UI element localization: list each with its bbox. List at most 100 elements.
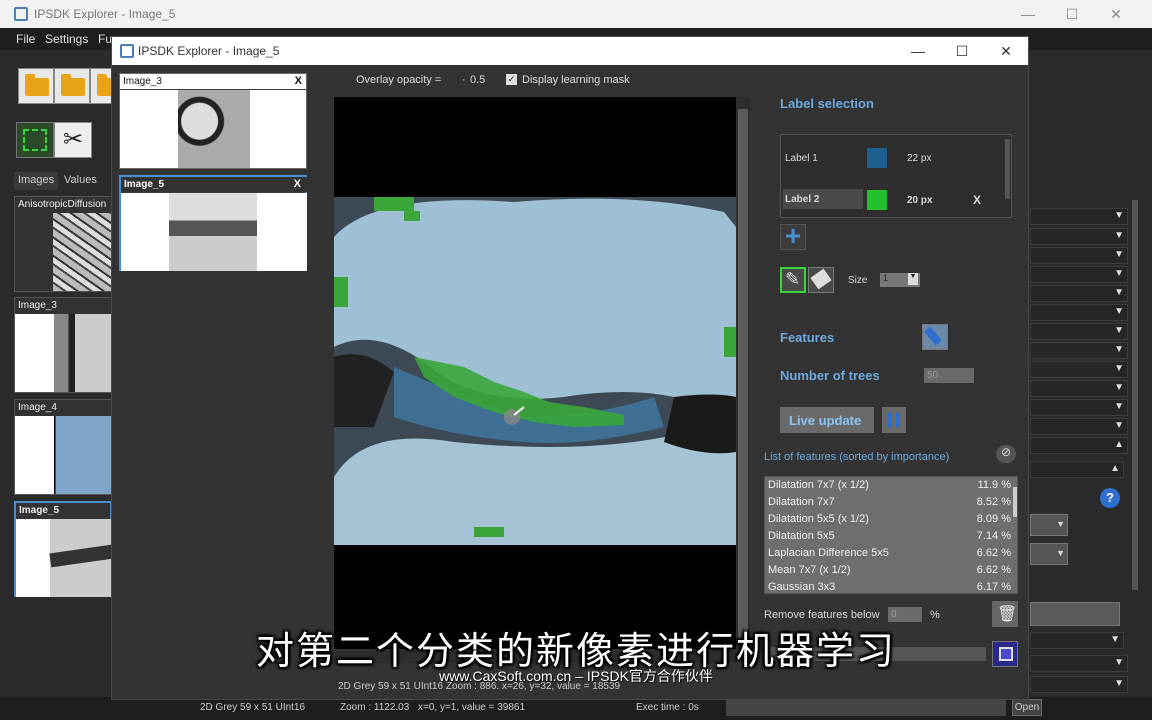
thumb-label: Image_5: [124, 179, 165, 190]
param-dropdown[interactable]: ▼: [1030, 380, 1128, 397]
list-item[interactable]: Gaussian 3x3 6.17 %: [765, 579, 1013, 593]
dialog-thumb-image3[interactable]: Image_3 X: [119, 73, 307, 169]
list-item[interactable]: Laplacian Difference 5x5 6.62 %: [765, 545, 1013, 562]
param-dropdown[interactable]: ▼: [1030, 266, 1128, 283]
list-item[interactable]: Mean 7x7 (x 1/2) 6.62 %: [765, 562, 1013, 579]
minimize-icon[interactable]: —: [908, 41, 928, 61]
param-dropdown[interactable]: ▼: [1030, 323, 1128, 340]
app-icon: [14, 7, 28, 21]
eraser-tool-button[interactable]: [808, 267, 834, 293]
open-button[interactable]: Open: [1012, 699, 1042, 716]
spin-field[interactable]: ▼: [1030, 514, 1068, 536]
tab-values[interactable]: Values: [60, 172, 101, 190]
add-folder-button[interactable]: [54, 68, 90, 104]
chevron-down-icon: ▼: [1114, 210, 1124, 221]
param-dropdown[interactable]: ▼: [1030, 304, 1128, 321]
features-settings-button[interactable]: [922, 324, 948, 350]
watermark-text: www.CaxSoft.com.cn – IPSDK官方合作伙伴: [439, 668, 713, 684]
size-select[interactable]: 1 ▼: [880, 273, 920, 287]
chevron-down-icon: ▼: [1114, 401, 1124, 412]
param-dropdown[interactable]: ▼: [1030, 418, 1128, 435]
remove-label-button[interactable]: X: [973, 193, 981, 207]
viewer-scrollbar[interactable]: [736, 97, 750, 649]
minimize-icon[interactable]: —: [1018, 4, 1038, 24]
dialog-title: IPSDK Explorer - Image_5: [138, 44, 280, 58]
param-dropdown[interactable]: ▼: [1030, 228, 1128, 245]
main-thumb-image5[interactable]: Image_5: [14, 501, 114, 597]
status-coords: x=0, y=1, value = 39861: [418, 702, 526, 713]
param-dropdown[interactable]: ▲: [1030, 461, 1124, 478]
image-viewer[interactable]: [334, 97, 736, 649]
overlay-opacity-slider[interactable]: ·: [462, 74, 466, 86]
list-item[interactable]: Dilatation 7x7 8.52 %: [765, 494, 1013, 511]
list-item[interactable]: Dilatation 5x5 7.14 %: [765, 528, 1013, 545]
segmentation-canvas[interactable]: [334, 97, 736, 649]
close-icon[interactable]: ✕: [996, 41, 1016, 61]
pause-button[interactable]: [882, 407, 906, 433]
main-thumb-image4[interactable]: Image_4: [14, 399, 112, 495]
label-name-field[interactable]: Label 2: [783, 189, 863, 209]
select-roi-button[interactable]: [16, 122, 54, 158]
main-titlebar: IPSDK Explorer - Image_5 — ☐ ✕: [0, 0, 1152, 28]
list-item[interactable]: Dilatation 7x7 (x 1/2) 11.9 %: [765, 477, 1013, 494]
thumb-label: Image_5: [19, 505, 60, 516]
label-color-swatch[interactable]: [867, 190, 887, 210]
pencil-icon: [924, 326, 942, 346]
thumb-label: AnisotropicDiffusion: [18, 199, 107, 210]
cut-button[interactable]: ✂: [54, 122, 92, 158]
eye-hidden-icon[interactable]: ⊘: [996, 445, 1016, 463]
status-exec-time: Exec time : 0s: [636, 702, 699, 713]
feature-list-scrollbar[interactable]: [1013, 487, 1017, 517]
chevron-down-icon: ▼: [1114, 382, 1124, 393]
param-dropdown[interactable]: ▼: [1030, 399, 1128, 416]
main-window-title: IPSDK Explorer - Image_5: [34, 7, 176, 21]
overlay-opacity-value: 0.5: [470, 74, 486, 86]
label-row-1[interactable]: Label 1 22 px: [781, 145, 1003, 171]
list-item[interactable]: Dilatation 5x5 (x 1/2) 8.09 %: [765, 511, 1013, 528]
label-list-scrollbar[interactable]: [1005, 139, 1010, 199]
dialog-titlebar: IPSDK Explorer - Image_5 — ☐ ✕: [112, 37, 1028, 65]
close-icon[interactable]: ✕: [1106, 4, 1126, 24]
param-dropdown[interactable]: ▼: [1030, 247, 1128, 264]
param-dropdown[interactable]: ▼: [1030, 285, 1128, 302]
param-dropdown[interactable]: ▼: [1030, 342, 1128, 359]
chevron-up-icon: ▲: [1110, 463, 1120, 474]
thumb-image: [121, 193, 307, 271]
folder-icon: [25, 74, 49, 96]
main-thumb-anisotropic[interactable]: AnisotropicDiffusion: [14, 196, 112, 292]
maximize-icon[interactable]: ☐: [952, 41, 972, 61]
main-thumb-image3[interactable]: Image_3: [14, 297, 112, 393]
label-color-swatch[interactable]: [867, 148, 887, 168]
close-thumb-button[interactable]: X: [295, 75, 302, 87]
open-folder-button[interactable]: [18, 68, 54, 104]
chevron-down-icon: ▼: [1114, 363, 1124, 374]
param-dropdown[interactable]: ▼: [1030, 361, 1128, 378]
param-dropdown[interactable]: ▼: [1030, 208, 1128, 225]
menu-settings[interactable]: Settings: [45, 32, 88, 46]
dialog-thumb-image5[interactable]: Image_5 X: [119, 175, 307, 271]
pencil-tool-button[interactable]: ✎: [780, 267, 806, 293]
close-thumb-button[interactable]: X: [294, 178, 301, 190]
menu-file[interactable]: File: [16, 32, 35, 46]
raw-folder-button[interactable]: [90, 68, 112, 104]
add-label-button[interactable]: +: [780, 222, 806, 250]
main-scrollbar[interactable]: [1132, 200, 1138, 590]
thumb-image: [15, 314, 112, 392]
scroll-thumb[interactable]: [738, 109, 748, 639]
thumb-label: Image_3: [18, 300, 57, 311]
display-mask-checkbox[interactable]: ✓: [506, 74, 517, 85]
eraser-icon: [810, 268, 832, 290]
help-icon[interactable]: ?: [1100, 488, 1120, 508]
maximize-icon[interactable]: ☐: [1062, 4, 1082, 24]
thumb-image: [120, 90, 306, 168]
trees-input[interactable]: 50: [924, 368, 974, 383]
param-dropdown[interactable]: ▲: [1030, 437, 1128, 454]
pencil-icon: ✎: [785, 269, 801, 289]
scissors-icon: ✂: [63, 126, 84, 153]
selection-icon: [23, 129, 47, 151]
tab-images[interactable]: Images: [14, 172, 59, 190]
live-update-button[interactable]: Live update: [780, 407, 874, 433]
spin-field[interactable]: ▼: [1030, 543, 1068, 565]
menu-functions[interactable]: Fu: [98, 32, 112, 46]
label-row-2[interactable]: Label 2 20 px X: [781, 187, 1003, 213]
